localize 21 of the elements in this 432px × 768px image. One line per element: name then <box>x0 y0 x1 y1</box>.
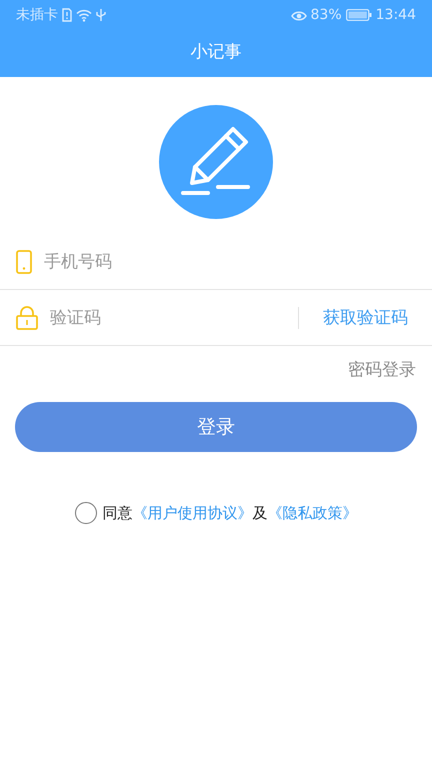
agree-checkbox[interactable] <box>74 502 96 524</box>
page-title: 小记事 <box>190 41 242 64</box>
login-button[interactable]: 登录 <box>15 402 417 452</box>
phone-icon <box>16 250 32 274</box>
clock-text: 13:44 <box>376 7 416 23</box>
wifi-icon <box>76 8 92 22</box>
lock-icon <box>16 306 38 330</box>
password-login-link[interactable]: 密码登录 <box>348 358 416 381</box>
eye-icon <box>290 9 307 21</box>
sim-icon <box>62 8 72 22</box>
battery-percent: 83% <box>310 7 342 23</box>
battery-icon <box>346 9 372 21</box>
carrier-text: 未插卡 <box>16 6 58 24</box>
code-input-field[interactable]: 验证码 <box>48 302 298 334</box>
usb-icon <box>96 8 106 22</box>
pencil-logo-icon <box>159 105 273 219</box>
terms-link[interactable]: 《用户使用协议》 <box>132 504 252 522</box>
get-code-button[interactable]: 获取验证码 <box>323 306 418 329</box>
privacy-link[interactable]: 《隐私政策》 <box>268 504 358 522</box>
phone-input-field[interactable]: 手机号码 <box>42 246 418 278</box>
agreement-text: 同意《用户使用协议》及《隐私政策》 <box>102 504 358 522</box>
